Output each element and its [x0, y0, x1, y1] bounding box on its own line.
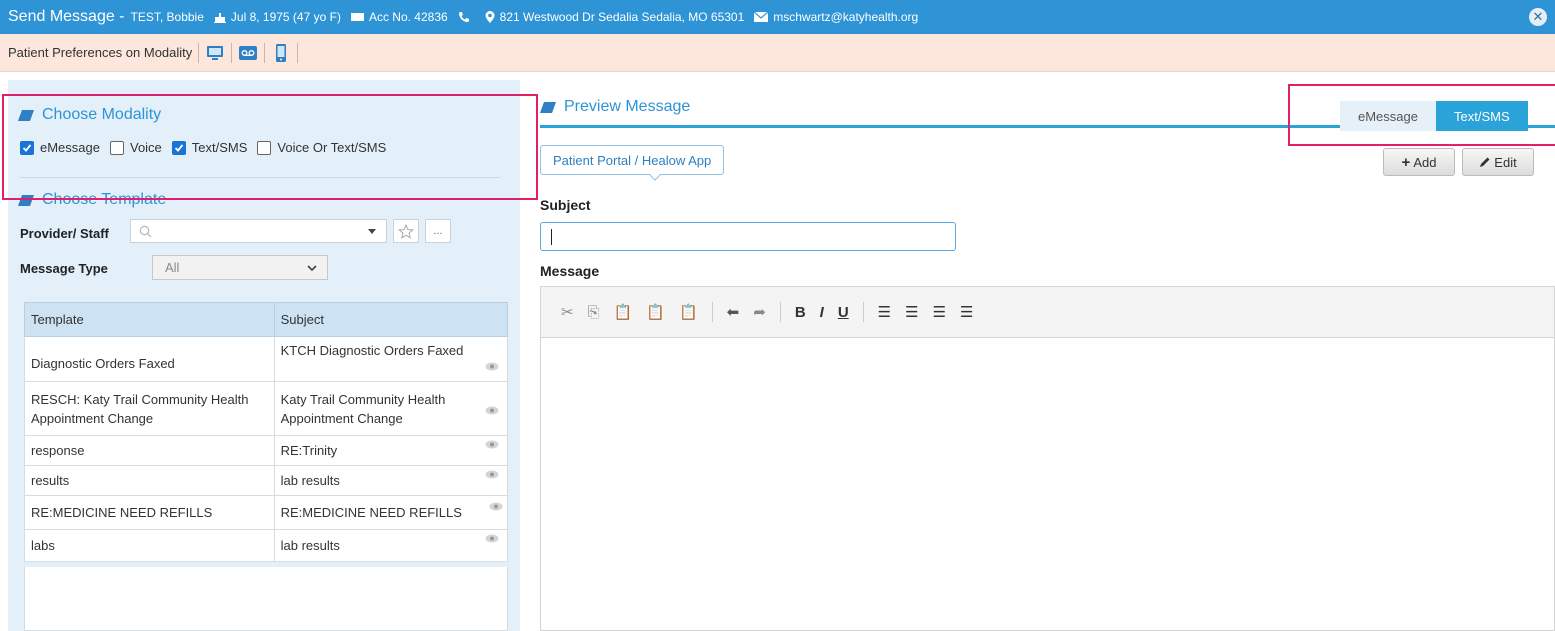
window-title: Send Message -: [8, 8, 125, 25]
template-table: Template Subject Diagnostic Orders Faxed…: [24, 302, 509, 562]
italic-icon[interactable]: I: [820, 304, 824, 321]
preferences-label: Patient Preferences on Modality: [8, 45, 193, 60]
template-cell: response: [24, 435, 275, 466]
pointer-caret-icon: [649, 174, 661, 181]
cut-icon[interactable]: ✂: [561, 303, 574, 321]
plus-icon: +: [1401, 153, 1411, 171]
template-cell: RESCH: Katy Trail Community Health Appoi…: [24, 381, 275, 436]
table-row[interactable]: Diagnostic Orders Faxed KTCH Diagnostic …: [24, 336, 509, 382]
message-type-value: All: [165, 260, 180, 275]
preferences-bar: Patient Preferences on Modality: [0, 34, 1555, 72]
align-left-icon[interactable]: ☰: [878, 303, 891, 321]
divider: [264, 42, 266, 63]
divider: [779, 302, 781, 322]
template-cell: labs: [24, 529, 275, 562]
divider: [198, 42, 200, 63]
preview-eye-icon[interactable]: [485, 358, 499, 377]
subject-cell: Katy Trail Community Health Appointment …: [273, 381, 509, 436]
bold-icon[interactable]: B: [795, 304, 806, 321]
divider: [297, 42, 299, 63]
favorite-star-icon[interactable]: [393, 219, 419, 243]
paste-word-icon[interactable]: 📋: [679, 303, 698, 321]
close-icon[interactable]: ✕: [1529, 8, 1547, 26]
table-row[interactable]: RE:MEDICINE NEED REFILLS RE:MEDICINE NEE…: [24, 495, 509, 530]
align-center-icon[interactable]: ☰: [905, 303, 918, 321]
template-cell: results: [24, 465, 275, 496]
undo-icon[interactable]: ⬅: [727, 303, 740, 321]
preview-eye-icon[interactable]: [489, 498, 503, 517]
text-cursor: [551, 229, 552, 245]
paste-text-icon[interactable]: 📋: [646, 303, 665, 321]
table-empty-area: [24, 567, 508, 631]
template-cell: Diagnostic Orders Faxed: [24, 336, 275, 382]
align-right-icon[interactable]: ☰: [933, 303, 946, 321]
table-row[interactable]: RESCH: Katy Trail Community Health Appoi…: [24, 381, 509, 436]
more-options-button[interactable]: ...: [425, 219, 451, 243]
provider-staff-combo[interactable]: [130, 219, 387, 243]
subject-cell: KTCH Diagnostic Orders Faxed: [273, 336, 509, 382]
divider: [862, 302, 864, 322]
preview-eye-icon[interactable]: [485, 530, 499, 549]
message-type-select[interactable]: All: [152, 255, 328, 280]
edit-button[interactable]: Edit: [1462, 148, 1534, 176]
template-cell: RE:MEDICINE NEED REFILLS: [24, 495, 275, 530]
voicemail-icon[interactable]: [238, 44, 258, 62]
preview-eye-icon[interactable]: [485, 436, 499, 455]
search-icon: [139, 225, 152, 238]
divider: [711, 302, 713, 322]
preview-eye-icon[interactable]: [485, 466, 499, 485]
birthday-cake-icon: [213, 13, 226, 23]
envelope-icon: [754, 12, 769, 22]
highlight-box-modality: [2, 94, 538, 200]
patient-dob: Jul 8, 1975 (47 yo F): [230, 10, 341, 24]
message-label: Message: [540, 263, 600, 279]
phone-icon: [458, 12, 469, 23]
table-row[interactable]: labs lab results: [24, 529, 509, 562]
column-header-template[interactable]: Template: [24, 302, 275, 337]
patient-email[interactable]: mschwartz@katyhealth.org: [773, 10, 918, 24]
preview-eye-icon[interactable]: [485, 402, 499, 421]
patient-name[interactable]: TEST, Bobbie: [131, 10, 204, 24]
column-header-subject[interactable]: Subject: [273, 302, 509, 337]
divider: [231, 42, 233, 63]
subject-input[interactable]: [540, 222, 956, 251]
add-button[interactable]: + Add: [1383, 148, 1455, 176]
subject-cell: lab results: [273, 529, 509, 562]
title-bar: Send Message - TEST, Bobbie Jul 8, 1975 …: [0, 0, 1555, 34]
patient-portal-button[interactable]: Patient Portal / Healow App: [540, 145, 725, 175]
paste-icon[interactable]: 📋: [614, 303, 633, 321]
portal-monitor-icon[interactable]: [205, 44, 225, 62]
account-number: Acc No. 42836: [368, 10, 448, 24]
pencil-icon: [1480, 157, 1490, 167]
subject-label: Subject: [540, 197, 591, 213]
mobile-phone-icon[interactable]: [271, 43, 291, 62]
table-row[interactable]: response RE:Trinity: [24, 435, 509, 466]
message-editor[interactable]: [540, 338, 1555, 631]
subject-cell: RE:Trinity: [273, 435, 509, 466]
map-pin-icon: [485, 11, 495, 23]
align-justify-icon[interactable]: ☰: [960, 303, 973, 321]
section-marker-icon: [539, 101, 557, 113]
highlight-box-tabs: [1288, 84, 1555, 146]
message-type-label: Message Type: [20, 261, 108, 276]
preview-message-heading: Preview Message: [539, 98, 690, 116]
chevron-down-icon: [307, 265, 317, 271]
subject-cell: RE:MEDICINE NEED REFILLS: [273, 495, 509, 530]
patient-address: 821 Westwood Dr Sedalia Sedalia, MO 6530…: [499, 10, 745, 24]
table-header-row: Template Subject: [24, 302, 509, 337]
preview-panel: Preview Message eMessage Text/SMS Patien…: [522, 80, 1555, 631]
copy-icon[interactable]: ⎘: [588, 304, 600, 321]
caret-down-icon[interactable]: [368, 229, 376, 234]
underline-icon[interactable]: U: [838, 304, 849, 321]
provider-staff-label: Provider/ Staff: [20, 226, 109, 241]
table-row[interactable]: results lab results: [24, 465, 509, 496]
redo-icon[interactable]: ➦: [753, 303, 766, 321]
editor-toolbar: ✂ ⎘ 📋 📋 📋 ⬅ ➦ B I U ☰ ☰ ☰ ☰: [540, 286, 1555, 338]
id-card-icon: [350, 13, 364, 21]
subject-cell: lab results: [273, 465, 509, 496]
